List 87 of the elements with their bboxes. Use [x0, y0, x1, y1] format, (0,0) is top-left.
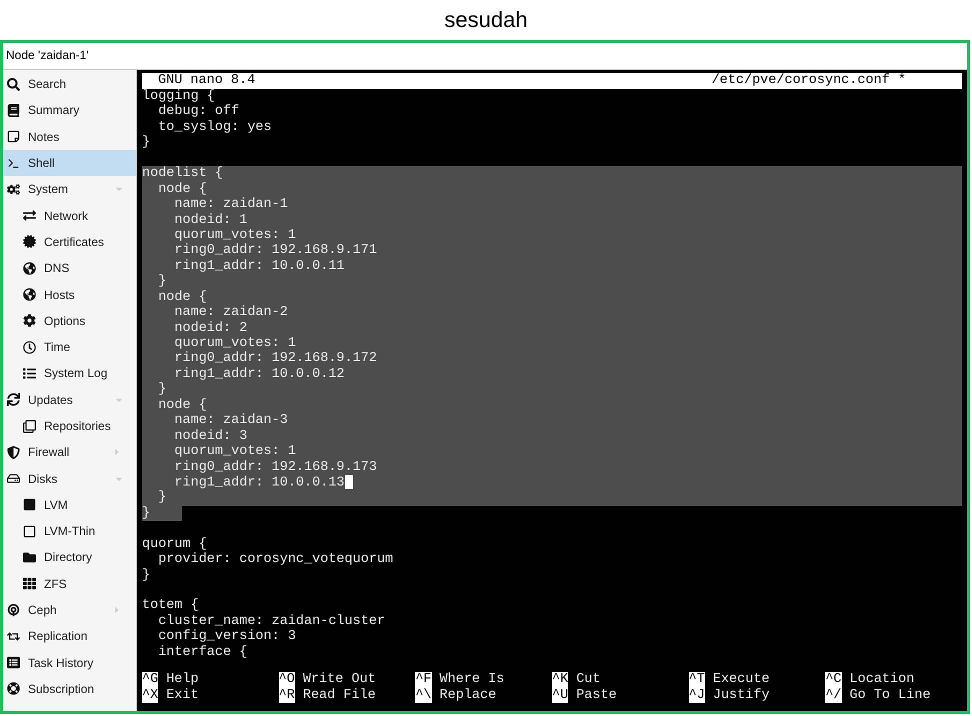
sidebar-item[interactable]: Directory	[3, 544, 136, 571]
sidebar-item[interactable]: Subscription	[3, 676, 136, 702]
sidebar-item[interactable]: Notes	[3, 124, 136, 150]
sidebar-item[interactable]: Updates	[3, 386, 136, 413]
sidebar-item[interactable]: Time	[3, 334, 136, 360]
sidebar-item[interactable]: Network	[3, 202, 136, 229]
list-box-icon	[7, 656, 20, 670]
sidebar-item[interactable]: Replication	[3, 623, 136, 650]
certificate-icon	[23, 235, 36, 248]
terminal[interactable]	[137, 70, 967, 711]
sidebar-item[interactable]: Shell	[3, 150, 136, 176]
grid-icon	[23, 577, 36, 590]
refresh-icon	[7, 393, 20, 406]
shortcut-label: Justify	[712, 688, 770, 703]
shortcut-label: Replace	[440, 688, 496, 703]
sidebar-item[interactable]: Repositories	[3, 412, 136, 440]
sidebar-item[interactable]: LVM	[3, 492, 136, 518]
sidebar-item[interactable]: Search	[3, 71, 136, 98]
code-line: config_version: 3	[157, 629, 297, 645]
code-line: debug: off	[157, 104, 240, 120]
sidebar-item[interactable]: Firewall	[3, 439, 136, 466]
code-line: cluster_name: zaidan-cluster	[157, 614, 386, 629]
shortcut-key: ^U	[552, 688, 568, 703]
shortcut-key: ^G	[142, 672, 158, 688]
terminal-icon	[7, 156, 20, 170]
code-line: to_syslog: yes	[157, 120, 273, 136]
shortcut-key: ^T	[688, 672, 705, 688]
globe-icon	[23, 288, 36, 302]
code-line: quorum {	[142, 536, 208, 552]
sidebar-item[interactable]: ZFS	[3, 570, 136, 597]
shortcut-label: Go To Line	[850, 688, 931, 703]
shield-icon	[7, 446, 20, 459]
note-icon	[7, 130, 20, 144]
shortcut-label: Where Is	[440, 672, 504, 688]
shortcut-label: Paste	[576, 688, 617, 703]
sidebar-item[interactable]: System	[3, 176, 136, 202]
rings-icon	[7, 604, 20, 617]
sidebar-item[interactable]: Hosts	[3, 281, 136, 308]
shortcut-key: ^O	[278, 672, 295, 688]
shortcut-key: ^C	[825, 672, 842, 688]
code-line: }	[142, 135, 152, 151]
repeat-icon	[7, 630, 20, 643]
shortcut-key: ^J	[688, 688, 705, 703]
file-name: /etc/pve/corosync.conf *	[712, 73, 906, 89]
book-icon	[7, 104, 20, 117]
shortcut-label: Location	[850, 672, 914, 688]
lifebuoy-icon	[7, 682, 20, 696]
shortcut-label: Write Out	[302, 672, 376, 688]
shortcut-key: ^/	[825, 688, 842, 703]
shortcut-key: ^K	[552, 672, 568, 688]
code-line: logging {	[142, 89, 216, 104]
shortcut-key: ^X	[142, 688, 158, 703]
caption: sesudah	[443, 6, 529, 34]
shortcut-key: ^F	[415, 672, 432, 688]
sidebar-item[interactable]: Disks	[3, 465, 136, 492]
shortcut-label: Help	[166, 672, 199, 688]
shortcut-label: Exit	[166, 688, 199, 703]
shortcut-key: ^R	[278, 688, 295, 703]
sidebar-item[interactable]: LVM-Thin	[3, 518, 136, 544]
square-outline-icon	[23, 524, 36, 538]
shortcut-label: Execute	[712, 672, 770, 688]
sidebar-item[interactable]: Options	[3, 308, 136, 334]
search-icon	[7, 78, 20, 91]
shortcut-label: Cut	[576, 672, 601, 688]
sidebar-item[interactable]: DNS	[3, 255, 136, 282]
sidebar-item[interactable]: Certificates	[3, 228, 136, 256]
sidebar-item[interactable]: Ceph	[3, 596, 136, 624]
drive-icon	[7, 472, 20, 486]
sidebar-item[interactable]: System Log	[3, 360, 136, 387]
code-line: provider: corosync_votequorum	[157, 552, 394, 568]
square-icon	[23, 498, 36, 512]
code-line: }	[142, 568, 152, 583]
gear-icon	[23, 314, 36, 328]
code-line: interface {	[157, 644, 248, 660]
sidebar-item[interactable]: Summary	[3, 97, 136, 124]
clock-icon	[23, 340, 36, 354]
shortcut-key: ^\	[415, 688, 432, 703]
list-icon	[23, 366, 36, 380]
editor-name: GNU nano 8.4	[157, 73, 256, 89]
code-line: totem {	[142, 598, 200, 614]
arrows-icon	[23, 209, 36, 222]
folder-icon	[23, 550, 36, 564]
shortcut-label: Read File	[302, 688, 376, 703]
gears-icon	[7, 182, 20, 196]
globe-icon	[23, 262, 36, 275]
sidebar-item[interactable]: Task History	[3, 650, 136, 676]
copy-icon	[23, 420, 36, 432]
